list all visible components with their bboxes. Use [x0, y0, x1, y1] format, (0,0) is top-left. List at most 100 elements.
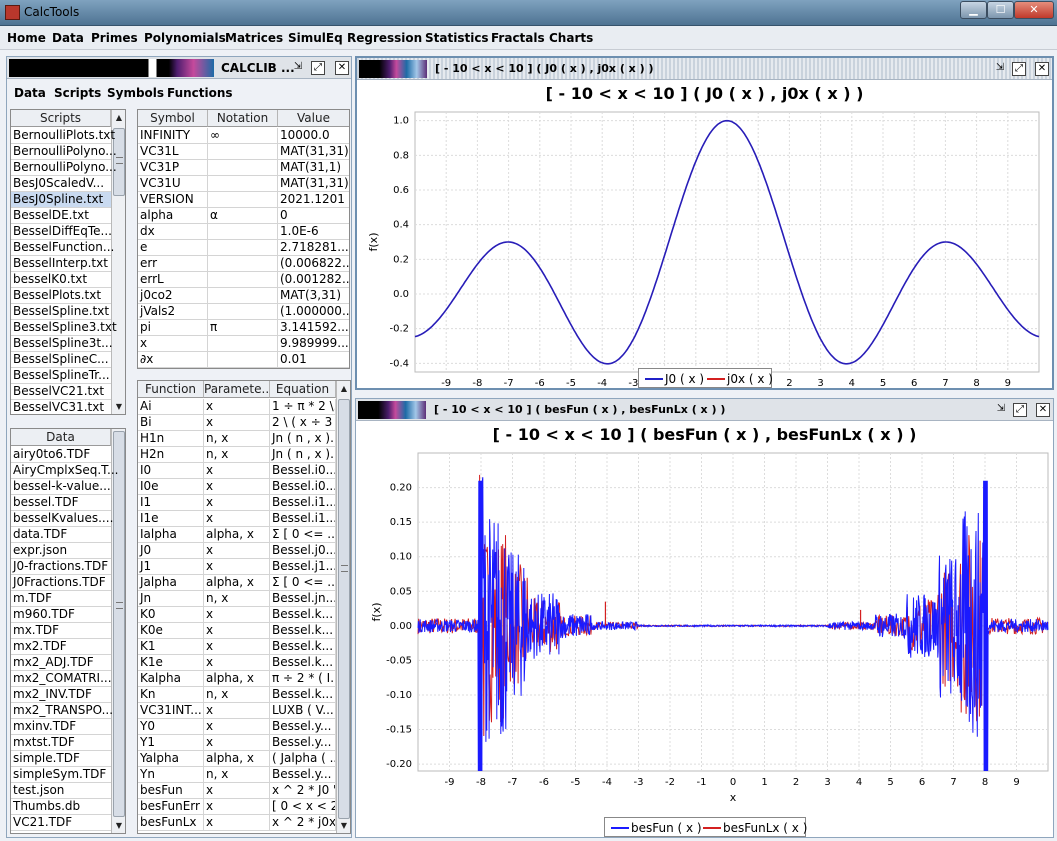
list-item[interactable]: VC21.TDF [11, 815, 111, 831]
list-item[interactable]: besselKvalues.... [11, 511, 113, 527]
table-row[interactable]: I1e x Bessel.i1... [138, 511, 336, 527]
table-row[interactable]: I0 x Bessel.i0... [138, 463, 336, 479]
list-item[interactable]: Thumbs.db [11, 799, 111, 815]
scripts-header[interactable]: Scripts [11, 110, 111, 127]
list-item[interactable]: BernoulliPlots.txt [11, 128, 115, 144]
table-row[interactable]: K1 x Bessel.k... [138, 639, 336, 655]
list-item[interactable]: BesselSpline3.txt [11, 320, 117, 336]
restore-icon[interactable]: ⇲ [993, 62, 1007, 76]
list-item[interactable]: BesselInterp.txt [11, 256, 111, 272]
table-row[interactable]: VERSION 2021.1201 [138, 192, 349, 208]
chart-frame-2-titlebar[interactable]: [ - 10 < x < 10 ] ( besFun ( x ) , besFu… [356, 399, 1053, 421]
column-header[interactable]: Function [138, 381, 204, 398]
menu-statistics[interactable]: Statistics [425, 31, 489, 45]
list-item[interactable]: mx2_COMATRI... [11, 671, 112, 687]
table-row[interactable]: VC31U MAT(31,31) [138, 176, 349, 192]
table-row[interactable]: besFunLxxx ^ 2 * j0x ... [138, 815, 336, 831]
table-row[interactable]: Aix1 ÷ π * 2 \... [138, 399, 336, 415]
table-row[interactable]: Y1 x Bessel.y... [138, 735, 336, 751]
list-item[interactable]: test.json [11, 783, 111, 799]
table-row[interactable]: H1n n, x Jn ( n , x )... [138, 431, 336, 447]
scroll-down-icon[interactable]: ▼ [112, 400, 125, 414]
table-row[interactable]: J1 x Bessel.j1... [138, 559, 336, 575]
table-row[interactable]: errL (0.001282... [138, 272, 349, 288]
menu-primes[interactable]: Primes [91, 31, 138, 45]
table-row[interactable]: VC31P MAT(31,1) [138, 160, 349, 176]
table-row[interactable]: I1 x Bessel.i1... [138, 495, 336, 511]
table-row[interactable]: VC31L MAT(31,31) [138, 144, 349, 160]
maximize-icon[interactable]: ⤢ [1012, 62, 1026, 76]
close-icon[interactable]: ✕ [335, 61, 349, 75]
table-row[interactable]: VC31INT... x LUXB ( V... [138, 703, 336, 719]
calclib-frame-titlebar[interactable]: CALCLIB ... ⇲ ⤢ ✕ [7, 57, 351, 79]
list-item[interactable]: BesselSpline3t... [11, 336, 113, 352]
table-row[interactable]: Y0 x Bessel.y... [138, 719, 336, 735]
list-item[interactable]: mx2_ADJ.TDF [11, 655, 111, 671]
table-row[interactable]: Yalpha alpha, x( Jalpha ( ... [138, 751, 336, 767]
menu-fractals[interactable]: Fractals [491, 31, 545, 45]
symbols-table[interactable]: Symbol Notation Value INFINITY ∞ 10000.0 VC31L… [137, 109, 350, 369]
table-row[interactable]: K0 x Bessel.k... [138, 607, 336, 623]
column-header[interactable]: Value [278, 110, 349, 127]
column-header[interactable]: Symbol [138, 110, 208, 127]
list-item[interactable]: BesselDiffEqTe... [11, 224, 112, 240]
menu-home[interactable]: Home [7, 31, 46, 45]
restore-icon[interactable]: ⇲ [994, 403, 1008, 417]
list-item[interactable]: mx2.TDF [11, 639, 111, 655]
list-item[interactable]: bessel-k-value... [11, 479, 111, 495]
submenu-data[interactable]: Data [14, 86, 46, 100]
table-row[interactable]: K0e x Bessel.k... [138, 623, 336, 639]
list-item[interactable]: BesselSpline.txt [11, 304, 111, 320]
scroll-down-icon[interactable]: ▼ [112, 819, 125, 833]
data-scrollbar[interactable]: ▼ [111, 429, 125, 833]
table-row[interactable]: jVals2 (1.000000... [138, 304, 349, 320]
menu-data[interactable]: Data [52, 31, 84, 45]
list-item[interactable]: mx2_INV.TDF [11, 687, 111, 703]
menu-charts[interactable]: Charts [549, 31, 593, 45]
maximize-icon[interactable]: ⤢ [1013, 403, 1027, 417]
list-item[interactable]: mx2_TRANSPO... [11, 703, 113, 719]
restore-icon[interactable]: ⇲ [291, 61, 305, 75]
column-header[interactable]: Equation [270, 381, 336, 398]
scroll-up-icon[interactable]: ▲ [337, 382, 350, 396]
list-item[interactable]: BernoulliPolyno... [11, 160, 117, 176]
menu-matrices[interactable]: Matrices [225, 31, 283, 45]
scroll-up-icon[interactable]: ▲ [112, 111, 125, 125]
chart-frame-1-titlebar[interactable]: [ - 10 < x < 10 ] ( J0 ( x ) , j0x ( x )… [357, 58, 1052, 80]
table-row[interactable]: ∂x 0.01 [138, 352, 349, 368]
table-row[interactable]: alpha α 0 [138, 208, 349, 224]
list-item[interactable]: mx.TDF [11, 623, 111, 639]
table-row[interactable]: Jalpha alpha, xΣ [ 0 <= ... [138, 575, 336, 591]
list-item[interactable]: besselK0.txt [11, 272, 111, 288]
table-row[interactable]: besFunErrx[ 0 < x < 2... [138, 799, 336, 815]
scripts-list[interactable]: Scripts ▲ ▼ BernoulliPlots.txt BernoulliP… [10, 109, 126, 415]
close-icon[interactable]: ✕ [1035, 62, 1049, 76]
functions-scrollbar[interactable]: ▲ ▼ [336, 381, 350, 833]
column-header[interactable]: Notation [208, 110, 278, 127]
list-item[interactable]: simpleSym.TDF [11, 767, 111, 783]
table-row[interactable]: e 2.718281... [138, 240, 349, 256]
list-item[interactable]: expr.json [11, 543, 111, 559]
submenu-scripts[interactable]: Scripts [54, 86, 101, 100]
table-row[interactable]: x 9.989999... [138, 336, 349, 352]
list-item[interactable]: BesselPlots.txt [11, 288, 111, 304]
menu-regression[interactable]: Regression [347, 31, 422, 45]
list-item[interactable]: simple.TDF [11, 751, 111, 767]
list-item[interactable]: m960.TDF [11, 607, 111, 623]
table-row[interactable]: Ialpha alpha, xΣ [ 0 <= ... [138, 527, 336, 543]
list-item[interactable]: BernoulliPolyno... [11, 144, 117, 160]
list-item[interactable]: BesselSplineTr... [11, 368, 111, 384]
list-item[interactable]: mxtst.TDF [11, 735, 111, 751]
close-icon[interactable]: ✕ [1036, 403, 1050, 417]
list-item[interactable]: BesselDE.txt [11, 208, 111, 224]
table-row[interactable]: INFINITY ∞ 10000.0 [138, 128, 349, 144]
close-button[interactable]: ✕ [1014, 1, 1054, 19]
table-row[interactable]: err (0.006822... [138, 256, 349, 272]
list-item[interactable]: J0-fractions.TDF [11, 559, 111, 575]
scroll-thumb[interactable] [113, 431, 125, 817]
data-header[interactable]: Data [11, 429, 111, 446]
scroll-thumb[interactable] [338, 399, 350, 819]
table-row[interactable]: Kn n, x Bessel.k... [138, 687, 336, 703]
list-item[interactable]: J0Fractions.TDF [11, 575, 111, 591]
list-item[interactable]: data.TDF [11, 527, 111, 543]
